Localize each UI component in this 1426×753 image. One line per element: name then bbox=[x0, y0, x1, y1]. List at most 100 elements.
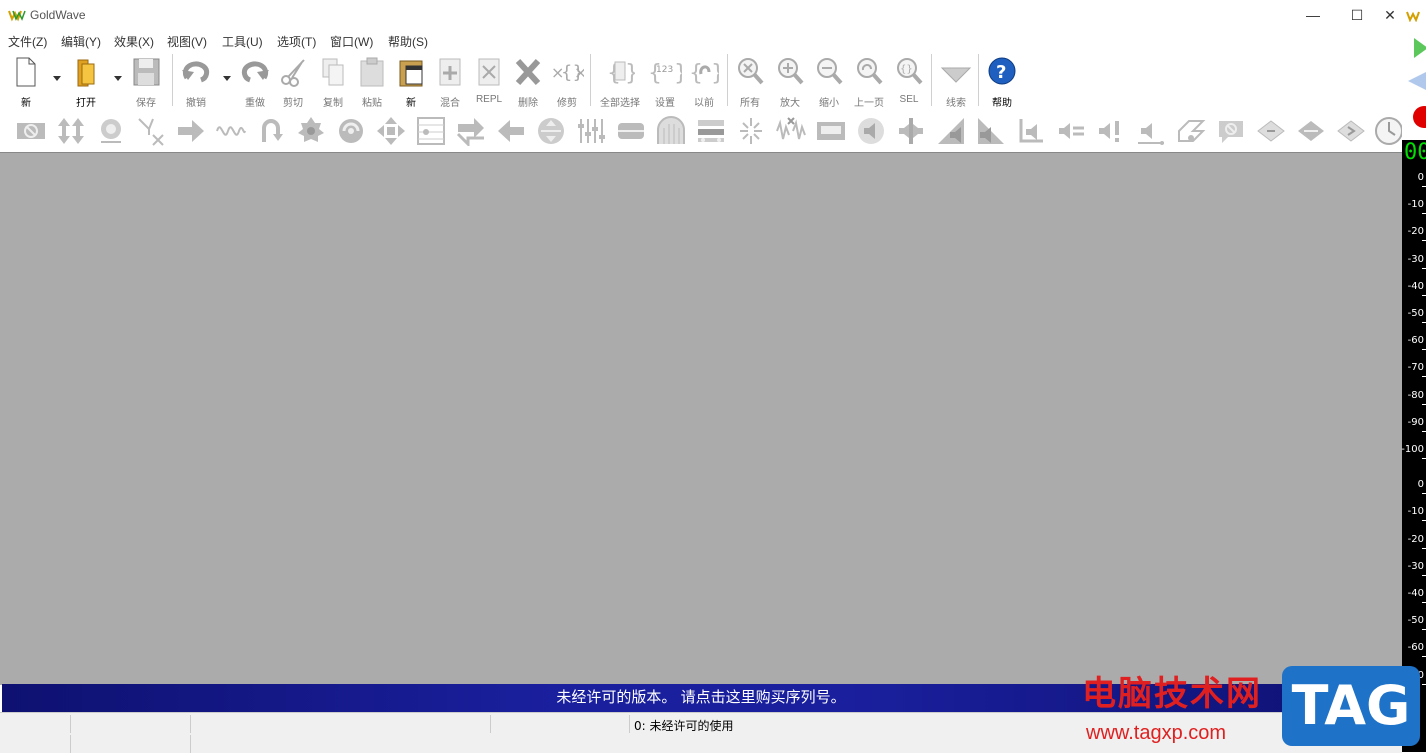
doppler-icon[interactable] bbox=[336, 116, 366, 146]
minimize-button[interactable]: — bbox=[1290, 0, 1336, 30]
title-bar: GoldWave — ☐ ✕ bbox=[0, 0, 1402, 30]
menu-options[interactable]: 选项(T) bbox=[277, 33, 316, 50]
channel-mix-icon[interactable] bbox=[136, 116, 166, 146]
menu-view[interactable]: 视图(V) bbox=[167, 33, 207, 50]
redo-arrow-icon bbox=[241, 61, 269, 83]
help-button[interactable]: ? 帮助 bbox=[982, 54, 1022, 109]
new-button[interactable]: 新 bbox=[6, 54, 46, 109]
record-icon[interactable] bbox=[1412, 104, 1426, 130]
fade-in-icon[interactable] bbox=[936, 116, 966, 146]
db-label: -50 bbox=[1407, 308, 1424, 319]
equalizer-icon[interactable] bbox=[416, 116, 446, 146]
db-label: -50 bbox=[1407, 615, 1424, 627]
paste-new-icon bbox=[399, 60, 423, 87]
db-tick bbox=[1422, 629, 1426, 631]
db-label: -30 bbox=[1407, 253, 1424, 265]
diamond-swap-icon[interactable] bbox=[1336, 116, 1366, 146]
undo-button[interactable]: 撤销 bbox=[176, 54, 216, 109]
menu-help[interactable]: 帮助(S) bbox=[388, 33, 428, 50]
control-panel-top bbox=[1402, 0, 1426, 140]
previous-button[interactable]: {} 以前 bbox=[684, 54, 724, 109]
silence-icon[interactable] bbox=[736, 116, 766, 146]
pan-icon[interactable] bbox=[1176, 116, 1206, 146]
open-dropdown-icon[interactable] bbox=[114, 76, 122, 81]
cue-button[interactable]: 线索 bbox=[936, 54, 976, 109]
close-button[interactable]: ✕ bbox=[1378, 0, 1402, 30]
menu-file[interactable]: 文件(Z) bbox=[8, 33, 47, 50]
menu-tools[interactable]: 工具(U) bbox=[222, 33, 263, 50]
zoom-all-icon bbox=[738, 58, 764, 85]
zoom-selection-label: SEL bbox=[899, 94, 919, 105]
echo-icon[interactable] bbox=[96, 116, 126, 146]
maximize-button[interactable]: ☐ bbox=[1334, 0, 1380, 30]
undo-label: 撤销 bbox=[186, 98, 206, 109]
loop-back-icon[interactable] bbox=[256, 116, 286, 146]
rewind-icon[interactable] bbox=[1406, 70, 1426, 92]
trim-button[interactable]: ×{} × 修剪 bbox=[547, 54, 587, 109]
save-button[interactable]: 保存 bbox=[126, 54, 166, 109]
effects-toolbar bbox=[0, 110, 1404, 152]
new-dropdown-icon[interactable] bbox=[53, 76, 61, 81]
db-tick bbox=[1422, 349, 1426, 351]
cue-label: 线索 bbox=[946, 98, 966, 109]
select-all-button[interactable]: {} 全部选择 bbox=[600, 54, 640, 109]
sound-workspace[interactable] bbox=[0, 152, 1402, 685]
compressor-icon[interactable] bbox=[296, 116, 326, 146]
time-warp-clock-icon[interactable] bbox=[1374, 116, 1404, 146]
save-disk-icon bbox=[133, 58, 160, 86]
menu-effects[interactable]: 效果(X) bbox=[114, 33, 154, 50]
waveform-icon[interactable] bbox=[216, 116, 246, 146]
undo-dropdown-icon[interactable] bbox=[223, 76, 231, 81]
mixer-sliders-icon[interactable] bbox=[576, 116, 606, 146]
db-tick bbox=[1422, 403, 1426, 405]
db-label: 0 bbox=[1417, 479, 1424, 491]
db-tick bbox=[1422, 240, 1426, 242]
status-cell bbox=[0, 715, 71, 733]
reverse-arrow-icon[interactable] bbox=[496, 116, 526, 146]
diamond-stereo-icon[interactable] bbox=[1256, 116, 1286, 146]
fade-out-icon[interactable] bbox=[976, 116, 1006, 146]
status-cell bbox=[0, 735, 71, 753]
tape-icon[interactable] bbox=[816, 116, 846, 146]
maximize-volume-icon[interactable] bbox=[1096, 116, 1126, 146]
shape-volume-icon[interactable] bbox=[1016, 116, 1046, 146]
db-tick bbox=[1422, 186, 1426, 187]
db-label: -10 bbox=[1407, 199, 1424, 211]
db-label: -30 bbox=[1407, 560, 1424, 572]
db-tick bbox=[1422, 213, 1426, 215]
match-volume-icon[interactable] bbox=[1056, 116, 1086, 146]
db-tick bbox=[1422, 267, 1426, 269]
mix-icon bbox=[439, 58, 461, 86]
play-icon[interactable] bbox=[1412, 36, 1426, 60]
svg-text:}: } bbox=[711, 61, 719, 86]
watermark-tag-logo: TAG bbox=[1282, 666, 1420, 746]
db-tick bbox=[1422, 520, 1426, 522]
forward-shift-icon[interactable] bbox=[176, 116, 206, 146]
open-button[interactable]: 打开 bbox=[66, 54, 106, 109]
db-tick bbox=[1422, 458, 1426, 459]
pitch-icon[interactable] bbox=[536, 116, 566, 146]
change-volume-icon[interactable] bbox=[1136, 116, 1166, 146]
fade-arrows-icon[interactable] bbox=[456, 116, 486, 146]
zoom-selection-button[interactable]: {} SEL bbox=[889, 54, 929, 108]
db-label: -100 bbox=[1401, 444, 1424, 455]
menu-edit[interactable]: 编辑(Y) bbox=[61, 33, 101, 50]
spectrum-filter-icon[interactable] bbox=[696, 116, 726, 146]
menu-window[interactable]: 窗口(W) bbox=[330, 33, 373, 50]
expand-arrows-icon[interactable] bbox=[376, 116, 406, 146]
undo-arrow-icon bbox=[182, 61, 210, 83]
db-tick bbox=[1422, 602, 1426, 603]
svg-text:?: ? bbox=[996, 62, 1006, 83]
filter-icon[interactable] bbox=[656, 116, 686, 146]
speaker-icon[interactable] bbox=[856, 116, 886, 146]
noise-reduction-icon[interactable] bbox=[16, 116, 46, 146]
watermark: 电脑技术网 www.tagxp.com TAG bbox=[1076, 664, 1426, 752]
goldwave-logo-icon bbox=[8, 10, 26, 22]
diamond-mono-icon[interactable] bbox=[1296, 116, 1326, 146]
noise-gate-icon[interactable] bbox=[1216, 116, 1246, 146]
remove-clicks-icon[interactable] bbox=[776, 116, 806, 146]
volume-balance-icon[interactable] bbox=[896, 116, 926, 146]
volume-shape-icon[interactable] bbox=[616, 116, 646, 146]
stretch-vertical-icon[interactable] bbox=[56, 116, 86, 146]
help-label: 帮助 bbox=[992, 98, 1012, 109]
